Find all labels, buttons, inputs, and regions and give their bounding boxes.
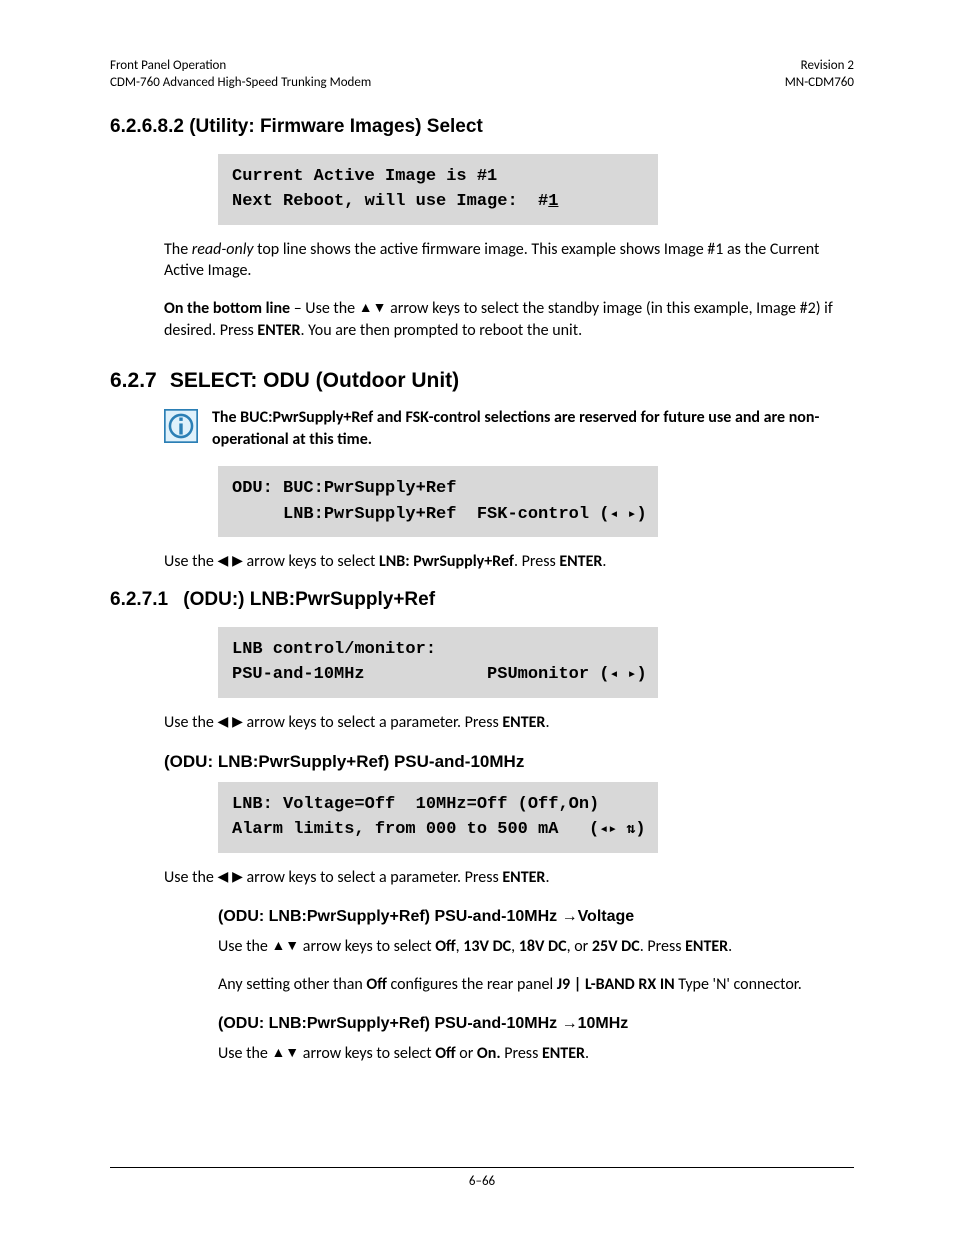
page-number: 6–66 bbox=[469, 1174, 495, 1189]
up-down-arrows-icon: ▲▼ bbox=[271, 936, 299, 955]
heading-firmware-select: 6.2.6.8.2 (Utility: Firmware Images) Sel… bbox=[110, 116, 854, 138]
para-10mhz-select: Use the ▲▼ arrow keys to select Off or O… bbox=[218, 1043, 854, 1065]
heading-psu-10mhz: (ODU: LNB:PwrSupply+Ref) PSU-and-10MHz bbox=[164, 752, 854, 772]
section-title: (Utility: Firmware Images) Select bbox=[189, 116, 483, 137]
left-right-arrows-icon: ◀ ▶ bbox=[217, 551, 242, 570]
para-voltage-select: Use the ▲▼ arrow keys to select Off, 13V… bbox=[218, 936, 854, 958]
section-number: 6.2.7 bbox=[110, 369, 164, 393]
note-text: The BUC:PwrSupply+Ref and FSK-control se… bbox=[212, 407, 854, 450]
header-right-line1: Revision 2 bbox=[801, 58, 854, 73]
up-down-arrows-icon: ▲▼ bbox=[359, 298, 387, 317]
heading-lnb-pwrsupply: 6.2.7.1 (ODU:) LNB:PwrSupply+Ref bbox=[110, 589, 854, 611]
para-firmware-readonly: The read-only top line shows the active … bbox=[164, 239, 854, 282]
up-down-arrows-icon: ▲▼ bbox=[271, 1043, 299, 1062]
lcd-firmware-select: Current Active Image is #1 Next Reboot, … bbox=[218, 154, 658, 225]
note-row: The BUC:PwrSupply+Ref and FSK-control se… bbox=[164, 407, 854, 450]
header-left-line2: CDM-760 Advanced High-Speed Trunking Mod… bbox=[110, 75, 371, 90]
section-number: 6.2.7.1 bbox=[110, 589, 178, 611]
left-right-arrows-icon: ◀ ▶ bbox=[217, 712, 242, 731]
left-right-arrows-icon: ◀ ▶ bbox=[217, 867, 242, 886]
page: Front Panel Operation CDM-760 Advanced H… bbox=[0, 0, 954, 1235]
para-odu-select: Use the ◀ ▶ arrow keys to select LNB: Pw… bbox=[164, 551, 854, 573]
heading-psu-voltage: (ODU: LNB:PwrSupply+Ref) PSU-and-10MHz →… bbox=[218, 908, 854, 926]
header-right: Revision 2 MN-CDM760 bbox=[785, 58, 854, 92]
left-right-arrows-icon: ◂ ▸ bbox=[609, 506, 636, 523]
heading-psu-10mhz-sub: (ODU: LNB:PwrSupply+Ref) PSU-and-10MHz →… bbox=[218, 1015, 854, 1033]
header-left: Front Panel Operation CDM-760 Advanced H… bbox=[110, 58, 371, 92]
lcd-psu-10mhz: LNB: Voltage=Off 10MHz=Off (Off,On) Alar… bbox=[218, 782, 658, 853]
para-voltage-config: Any setting other than Off configures th… bbox=[218, 974, 854, 996]
header-left-line1: Front Panel Operation bbox=[110, 58, 226, 73]
nav-arrows-icon: ◂▸ ⇅ bbox=[599, 821, 635, 838]
lcd-odu-menu: ODU: BUC:PwrSupply+Ref LNB:PwrSupply+Ref… bbox=[218, 466, 658, 537]
page-header: Front Panel Operation CDM-760 Advanced H… bbox=[110, 58, 854, 92]
header-right-line2: MN-CDM760 bbox=[785, 75, 854, 90]
info-icon bbox=[164, 409, 198, 443]
heading-select-odu: 6.2.7 SELECT: ODU (Outdoor Unit) bbox=[110, 369, 854, 393]
left-right-arrows-icon: ◂ ▸ bbox=[609, 666, 636, 683]
section-title: (ODU:) LNB:PwrSupply+Ref bbox=[183, 589, 435, 610]
lcd-lnb-control: LNB control/monitor: PSU-and-10MHz PSUmo… bbox=[218, 627, 658, 698]
section-number: 6.2.6.8.2 bbox=[110, 116, 184, 138]
para-firmware-bottomline: On the bottom line – Use the ▲▼ arrow ke… bbox=[164, 298, 854, 341]
section-title: SELECT: ODU (Outdoor Unit) bbox=[170, 369, 459, 392]
para-psu-select: Use the ◀ ▶ arrow keys to select a param… bbox=[164, 867, 854, 889]
page-footer: 6–66 bbox=[110, 1167, 854, 1189]
para-lnb-select: Use the ◀ ▶ arrow keys to select a param… bbox=[164, 712, 854, 734]
